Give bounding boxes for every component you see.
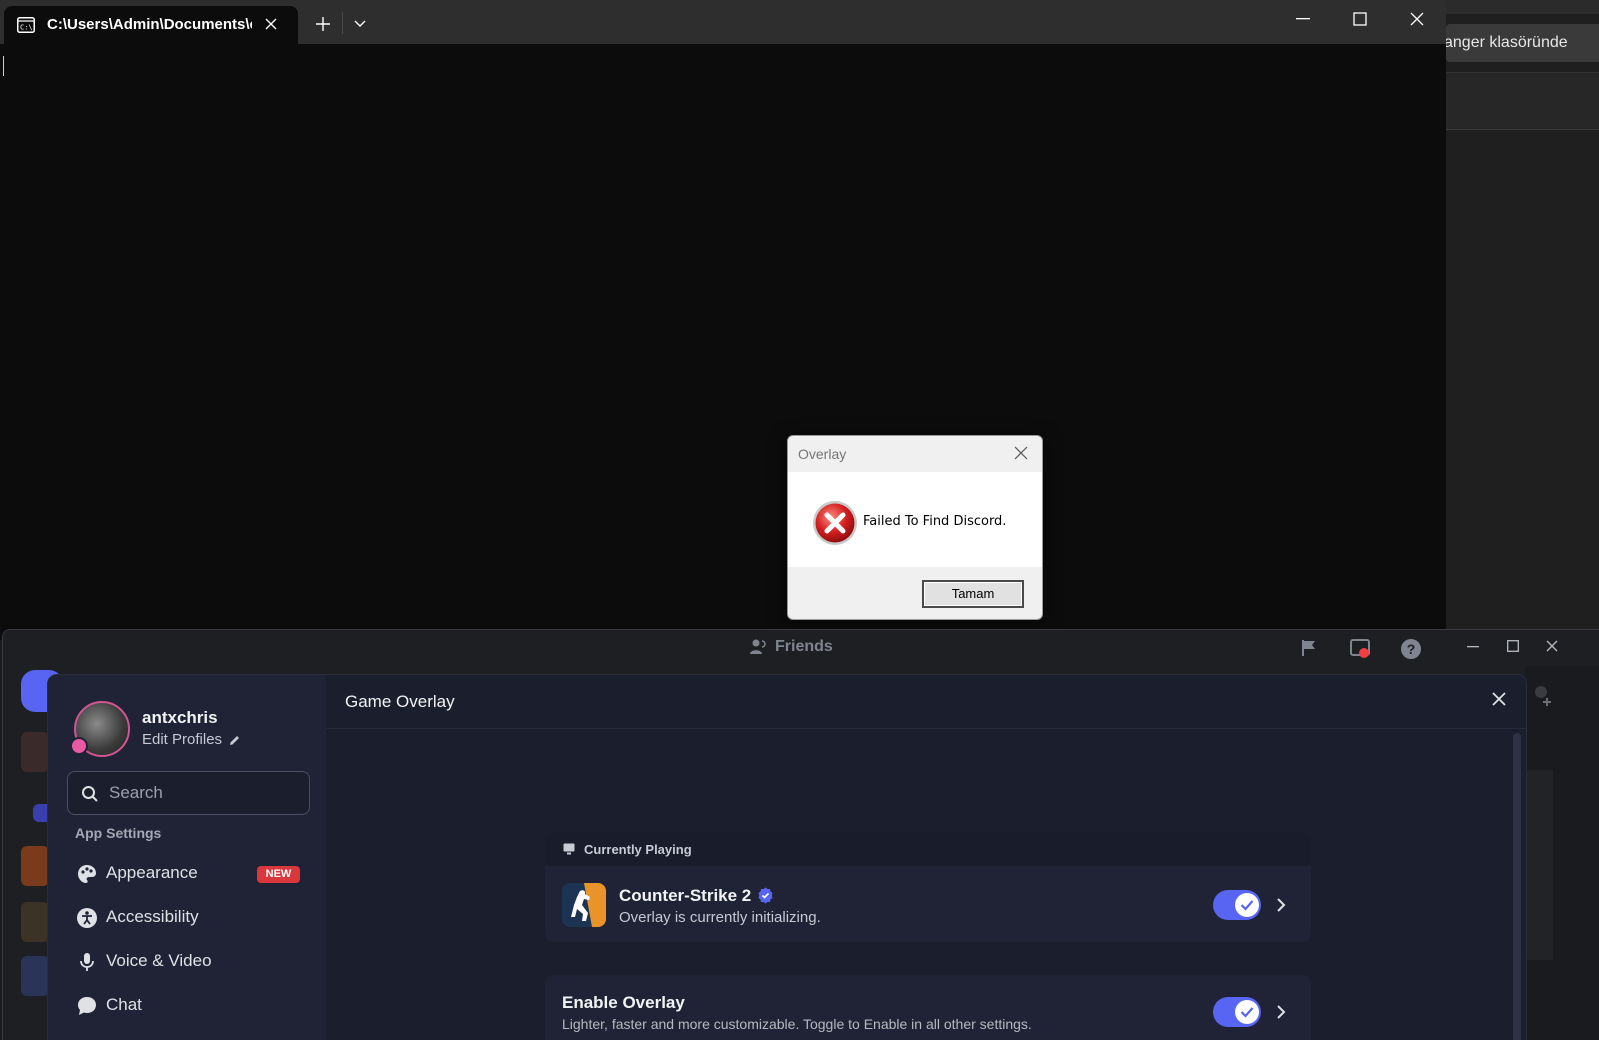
background-explorer-window: anger klasöründe (1446, 0, 1599, 640)
currently-playing-header: Currently Playing (545, 832, 1311, 866)
enable-overlay-title: Enable Overlay (562, 993, 685, 1012)
minimize-icon[interactable] (1296, 18, 1310, 20)
window-close-icon[interactable] (1410, 12, 1424, 26)
screen-record-icon[interactable] (1349, 638, 1371, 660)
help-icon[interactable]: ? (1400, 638, 1422, 660)
activity-card (1525, 770, 1553, 960)
toggle-knob (1235, 1000, 1259, 1024)
svg-text:C:\: C:\ (20, 24, 33, 32)
dialog-close-icon[interactable] (1014, 446, 1028, 460)
settings-sidebar: antxchris Edit Profiles App Settings App… (48, 675, 326, 1040)
settings-content: Game Overlay Currently Playing Counter-S… (326, 675, 1526, 1040)
counter-strike-icon (562, 883, 606, 927)
window-title: Friends (749, 638, 833, 656)
tab-close-icon[interactable] (264, 17, 278, 31)
terminal-window: C:\ C:\Users\Admin\Documents\c (0, 0, 1446, 640)
discord-titlebar: Friends ? (3, 630, 1599, 666)
microphone-icon (76, 951, 98, 973)
terminal-icon: C:\ (17, 17, 35, 33)
sidebar-item-accessibility[interactable]: Accessibility (67, 897, 310, 937)
edit-profiles-label: Edit Profiles (142, 731, 223, 748)
discord-maximize-icon[interactable] (1507, 640, 1519, 652)
discord-window: Friends ? antxchris Edit Profiles Search… (2, 629, 1599, 1040)
add-friend-icon[interactable] (1531, 684, 1553, 706)
new-tab-plus-icon[interactable] (315, 16, 331, 32)
server-icon[interactable] (21, 732, 49, 772)
error-icon (812, 500, 858, 546)
game-overlay-toggle[interactable] (1213, 890, 1261, 920)
avatar[interactable] (70, 701, 130, 757)
terminal-tab[interactable]: C:\ C:\Users\Admin\Documents\c (4, 6, 298, 44)
page-title: Game Overlay (345, 692, 455, 711)
search-input[interactable] (109, 782, 299, 804)
close-icon[interactable] (1491, 691, 1507, 707)
friends-icon (749, 638, 767, 656)
search-icon (81, 785, 99, 803)
overlay-status: Overlay is currently initializing. (619, 909, 821, 926)
game-name-text: Counter-Strike 2 (619, 886, 752, 905)
accessibility-icon (76, 907, 98, 929)
game-title: Counter-Strike 2 (619, 886, 774, 906)
user-settings-modal: antxchris Edit Profiles App Settings App… (47, 674, 1527, 1040)
sidebar-item-label: Accessibility (106, 907, 199, 926)
scrollbar[interactable] (1513, 733, 1521, 1040)
server-icon[interactable] (21, 902, 49, 942)
server-icon[interactable] (21, 846, 49, 886)
sidebar-item-label: Voice & Video (106, 951, 212, 970)
discord-minimize-icon[interactable] (1467, 646, 1479, 648)
discord-close-icon[interactable] (1546, 640, 1558, 652)
monitor-icon (563, 843, 575, 855)
text-cursor (3, 56, 4, 76)
palette-icon (76, 863, 98, 885)
verified-badge-icon (757, 887, 774, 904)
sidebar-item-voice-video[interactable]: Voice & Video (67, 941, 310, 981)
sidebar-item-appearance[interactable]: Appearance NEW (67, 853, 310, 893)
currently-playing-label: Currently Playing (584, 842, 692, 857)
enable-overlay-toggle[interactable] (1213, 997, 1261, 1027)
overlay-error-dialog: Overlay Failed To Find Discord. Tamam (787, 435, 1043, 620)
new-badge: NEW (257, 866, 300, 883)
chevron-down-icon[interactable] (353, 19, 367, 29)
edit-profiles-link[interactable]: Edit Profiles (142, 731, 241, 748)
server-list (3, 666, 63, 1040)
explorer-breadcrumb[interactable]: anger klasöründe (1446, 24, 1599, 62)
explorer-toolbar (1446, 72, 1599, 130)
chevron-right-icon[interactable] (1276, 897, 1286, 913)
sidebar-section-label: App Settings (75, 825, 162, 841)
sidebar-item-chat[interactable]: Chat (67, 985, 310, 1025)
settings-header: Game Overlay (326, 675, 1526, 729)
enable-overlay-description: Lighter, faster and more customizable. T… (562, 1016, 1032, 1032)
toggle-knob (1235, 893, 1259, 917)
dialog-content: Failed To Find Discord. (788, 472, 1042, 567)
window-title-text: Friends (775, 638, 833, 656)
maximize-icon[interactable] (1353, 12, 1367, 26)
flag-icon[interactable] (1299, 638, 1319, 658)
explorer-titlebar (1446, 0, 1599, 14)
sidebar-item-label: Appearance (106, 863, 198, 882)
server-icon[interactable] (21, 956, 49, 996)
avatar-decoration-badge (70, 737, 88, 755)
chat-bubble-icon (76, 995, 98, 1017)
sidebar-item-label: Chat (106, 995, 142, 1014)
currently-playing-card: Currently Playing Counter-Strike 2 Overl… (545, 832, 1311, 942)
terminal-tab-title: C:\Users\Admin\Documents\c (47, 16, 252, 33)
member-list (1525, 666, 1599, 1040)
pencil-icon (228, 734, 241, 747)
terminal-body[interactable] (0, 44, 1446, 640)
dialog-message: Failed To Find Discord. (863, 514, 1007, 529)
terminal-tabbar: C:\ C:\Users\Admin\Documents\c (0, 0, 1446, 44)
enable-overlay-card: Enable Overlay Lighter, faster and more … (545, 975, 1311, 1040)
chevron-right-icon[interactable] (1276, 1004, 1286, 1020)
username: antxchris (142, 708, 218, 727)
settings-search[interactable] (67, 771, 310, 815)
ok-button[interactable]: Tamam (922, 580, 1024, 608)
explorer-breadcrumb-text: anger klasöründe (1446, 34, 1568, 51)
svg-text:?: ? (1407, 641, 1416, 657)
dialog-title: Overlay (798, 446, 847, 462)
tab-separator (342, 12, 343, 34)
